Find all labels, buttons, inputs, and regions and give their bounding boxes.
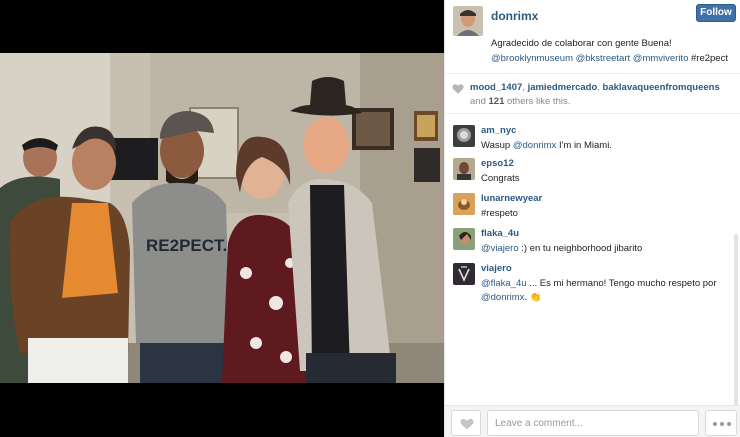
liker-name[interactable]: baklavaqueenfromqueens xyxy=(603,82,720,93)
caption-hashtag[interactable]: #re2pect xyxy=(691,53,728,64)
likes-summary: mood_1407, jamiedmercado, baklavaqueenfr… xyxy=(445,74,740,114)
commenter-avatar[interactable] xyxy=(453,263,475,285)
comment-mention[interactable]: @donrimx xyxy=(513,140,556,151)
comments-list: am_nyc Wasup @donrimx I'm in Miami. epso… xyxy=(445,114,740,414)
clapping-emoji: 👏 xyxy=(529,292,542,303)
comment-input[interactable] xyxy=(487,410,699,436)
comment-mention[interactable]: @donrimx xyxy=(481,292,524,303)
commenter-avatar[interactable] xyxy=(453,228,475,250)
comment-mention[interactable]: @flaka_4u xyxy=(481,278,527,289)
likes-suffix: others like this. xyxy=(507,96,571,107)
caption-text: Agradecido de colaborar con gente Buena! xyxy=(491,38,672,49)
author-avatar[interactable] xyxy=(453,6,483,36)
comment-text-part: ... Es mi hermano! Tengo mucho respeto p… xyxy=(529,278,717,289)
commenter-avatar[interactable] xyxy=(453,158,475,180)
like-button[interactable] xyxy=(451,410,481,436)
commenter-username[interactable]: lunarnewyear xyxy=(481,193,542,204)
commenter-avatar[interactable] xyxy=(453,193,475,215)
likes-and-label: and xyxy=(470,96,486,107)
comment-text: Wasup @donrimx I'm in Miami. xyxy=(481,139,735,153)
more-options-button[interactable] xyxy=(705,410,737,436)
more-dots-icon xyxy=(720,422,724,426)
post-caption: Agradecido de colaborar con gente Buena!… xyxy=(491,36,739,66)
comment-text: @viajero :) en tu neighborhood jibarito xyxy=(481,242,735,256)
commenter-avatar[interactable] xyxy=(453,125,475,147)
comment-text: #respeto xyxy=(481,208,518,219)
comments-scrollbar[interactable] xyxy=(734,234,738,414)
likes-text: mood_1407, jamiedmercado, baklavaqueenfr… xyxy=(470,82,720,107)
commenter-username[interactable]: viajero xyxy=(481,263,512,274)
more-dots-icon xyxy=(713,422,717,426)
comment-text: Congrats xyxy=(481,173,520,184)
comment-footer xyxy=(445,405,740,437)
comment-mention[interactable]: @viajero xyxy=(481,243,519,254)
instagram-post-viewer: RE2PECT. donrimx Follow Agradecido de co… xyxy=(0,0,740,437)
liker-name[interactable]: mood_1407 xyxy=(470,82,522,93)
heart-icon xyxy=(452,84,464,94)
comment-text-part: I'm in Miami. xyxy=(558,140,612,151)
comment-text-part: . xyxy=(524,292,528,303)
caption-mention-brooklynmuseum[interactable]: @brooklynmuseum xyxy=(491,53,573,64)
comment-text-part: :) en tu neighborhood jibarito xyxy=(521,243,643,254)
commenter-username[interactable]: am_nyc xyxy=(481,125,516,136)
post-sidebar: donrimx Follow Agradecido de colaborar c… xyxy=(444,0,740,437)
svg-text:RE2PECT.: RE2PECT. xyxy=(146,236,227,255)
comment-text: @flaka_4u ... Es mi hermano! Tengo mucho… xyxy=(481,277,735,305)
heart-icon xyxy=(460,418,474,430)
post-header: donrimx Follow Agradecido de colaborar c… xyxy=(445,0,740,74)
commenter-username[interactable]: flaka_4u xyxy=(481,228,519,239)
caption-mention-bkstreetart[interactable]: @bkstreetart xyxy=(576,53,631,64)
caption-mention-mmviverito[interactable]: @mmviverito xyxy=(633,53,689,64)
author-username[interactable]: donrimx xyxy=(491,9,538,23)
comment-text-part: Wasup xyxy=(481,140,511,151)
follow-button[interactable]: Follow xyxy=(696,4,736,22)
likes-count: 121 xyxy=(488,96,505,107)
post-photo[interactable]: RE2PECT. xyxy=(0,53,444,383)
photo-pane: RE2PECT. xyxy=(0,0,444,437)
commenter-username[interactable]: epso12 xyxy=(481,158,514,169)
more-dots-icon xyxy=(727,422,731,426)
liker-name[interactable]: jamiedmercado xyxy=(528,82,598,93)
